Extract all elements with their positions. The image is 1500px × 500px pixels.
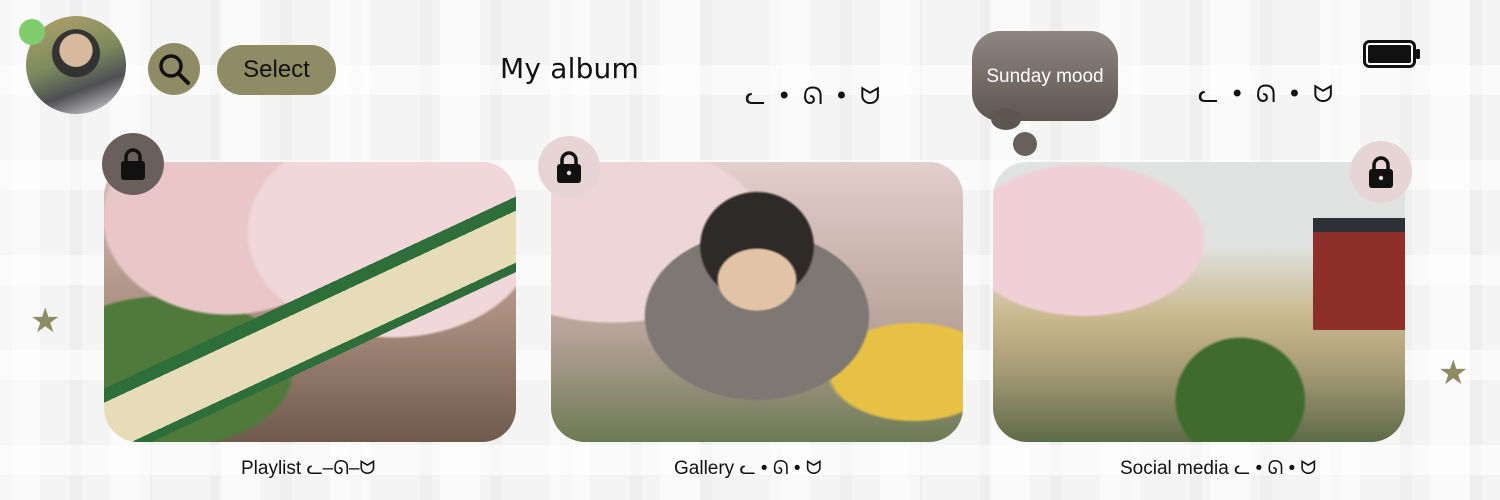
- star-icon: ★: [30, 301, 61, 341]
- decorative-glyphs-left: ᓚ • ᘏ • ᗢ: [745, 82, 883, 110]
- select-button[interactable]: Select: [217, 45, 336, 95]
- lock-icon: [1369, 156, 1393, 188]
- gallery-caption[interactable]: Gallery ᓚ • ᘏ • ᗢ: [674, 457, 822, 480]
- search-icon: [159, 54, 190, 85]
- gallery-lock-button[interactable]: [538, 136, 600, 198]
- social-media-caption[interactable]: Social media ᓚ • ᘏ • ᗢ: [1120, 457, 1316, 480]
- battery-full-icon: [1363, 40, 1420, 68]
- mood-bubble: Sunday mood: [972, 31, 1118, 121]
- page-title: My album: [500, 52, 639, 85]
- search-button[interactable]: [148, 43, 200, 95]
- star-icon: ★: [1438, 353, 1469, 393]
- decorative-glyphs-right: ᓚ • ᘏ • ᗢ: [1198, 80, 1336, 108]
- social-media-lock-button[interactable]: [1350, 141, 1412, 203]
- social-media-card-image[interactable]: [993, 162, 1405, 442]
- gallery-card-image[interactable]: [551, 162, 963, 442]
- playlist-card-image[interactable]: [104, 162, 516, 442]
- playlist-lock-button[interactable]: [102, 133, 164, 195]
- playlist-caption[interactable]: Playlist ᓚ‒ᘏ‒ᗢ: [241, 457, 375, 480]
- lock-icon: [121, 148, 145, 180]
- bubble-tail-dot: [991, 108, 1021, 130]
- online-status-dot: [19, 19, 45, 45]
- lock-icon: [557, 151, 581, 183]
- bubble-tail-dot-small: [1013, 132, 1037, 156]
